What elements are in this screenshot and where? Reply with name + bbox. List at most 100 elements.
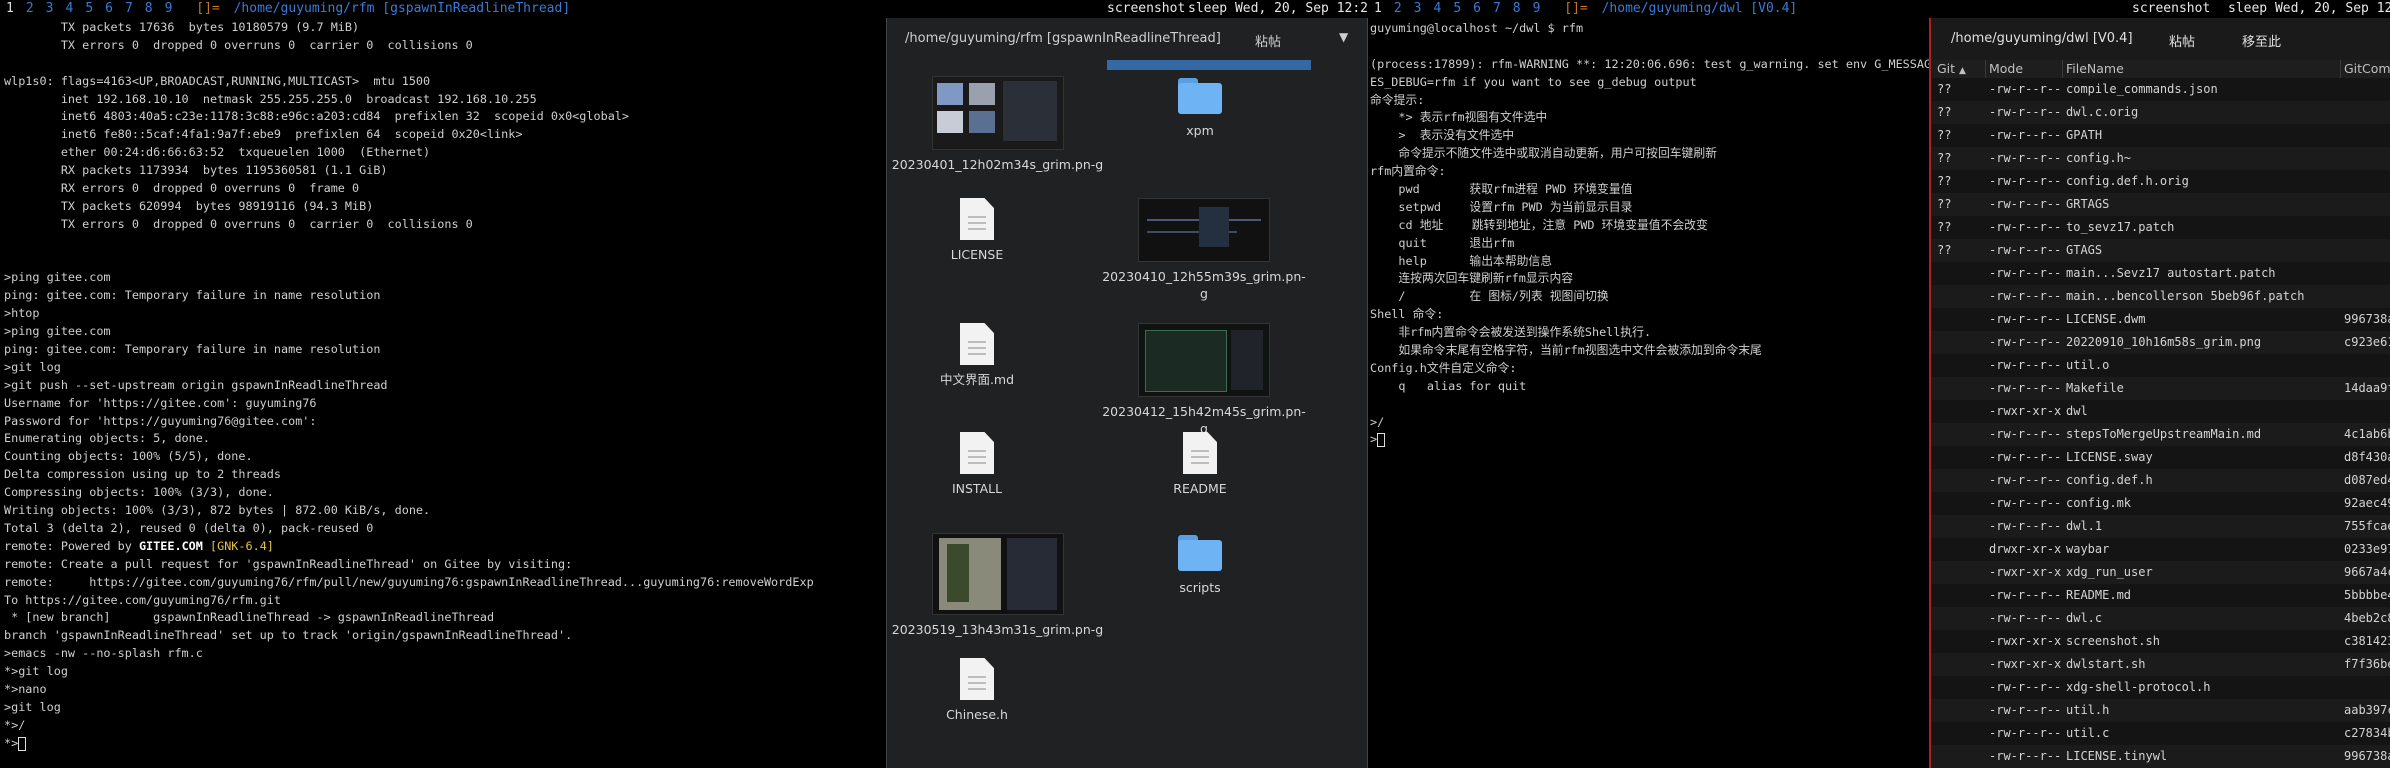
tag-1[interactable]: 1 xyxy=(0,0,20,18)
tag-7[interactable]: 7 xyxy=(1487,0,1507,18)
cell-commit: 996738a xyxy=(2344,312,2390,326)
file-row[interactable]: -rwxr-xr-x dwlstart.sh f7f36be xyxy=(1931,653,2390,676)
tag-8[interactable]: 8 xyxy=(139,0,159,18)
cell-mode: -rw-r--r-- xyxy=(1989,335,2062,349)
file-row[interactable]: -rw-r--r-- 20220910_10h16m58s_grim.png c92… xyxy=(1931,331,2390,354)
cell-mode: -rw-r--r-- xyxy=(1989,680,2062,694)
cell-mode: -rw-r--r-- xyxy=(1989,358,2062,372)
terminal-right[interactable]: guyuming@localhost ~/dwl $ rfm (process:1… xyxy=(1367,18,1929,768)
tag-9[interactable]: 9 xyxy=(159,0,179,18)
terminal-line: ping: gitee.com: Temporary failure in na… xyxy=(4,342,381,357)
fm-item-image[interactable]: 20230519_13h43m31s_grim.pn-g xyxy=(887,533,1108,638)
fm-item-file[interactable]: README xyxy=(1110,432,1290,497)
file-row[interactable]: -rw-r--r-- util.c c27834b xyxy=(1931,722,2390,745)
tag-6[interactable]: 6 xyxy=(1467,0,1487,18)
fm-item-file[interactable]: INSTALL xyxy=(887,432,1067,497)
tag-6[interactable]: 6 xyxy=(99,0,119,18)
file-row[interactable]: -rw-r--r-- dwl.1 755fcae xyxy=(1931,515,2390,538)
file-row[interactable]: ?? -rw-r--r-- GTAGS xyxy=(1931,239,2390,262)
sort-asc-icon: ▲ xyxy=(1959,66,1966,76)
file-row[interactable]: -rw-r--r-- LICENSE.dwm 996738a xyxy=(1931,308,2390,331)
fm-item-file[interactable]: Chinese.h xyxy=(887,658,1067,723)
col-gitcommit[interactable]: GitComm xyxy=(2344,61,2390,76)
tag-3[interactable]: 3 xyxy=(1408,0,1428,18)
cell-commit: 5bbbbe4 xyxy=(2344,588,2390,602)
file-row[interactable]: ?? -rw-r--r-- config.h~ xyxy=(1931,147,2390,170)
file-row[interactable]: -rwxr-xr-x dwl xyxy=(1931,400,2390,423)
file-row[interactable]: ?? -rw-r--r-- config.def.h.orig xyxy=(1931,170,2390,193)
file-row[interactable]: -rw-r--r-- util.o xyxy=(1931,354,2390,377)
file-row[interactable]: -rw-r--r-- config.def.h d087ed4 xyxy=(1931,469,2390,492)
file-row[interactable]: ?? -rw-r--r-- to_sevz17.patch xyxy=(1931,216,2390,239)
cell-mode: -rw-r--r-- xyxy=(1989,588,2062,602)
file-manager-grid[interactable]: /home/guyuming/rfm [gspawnInReadlineThre… xyxy=(886,18,1367,768)
tag-2[interactable]: 2 xyxy=(20,0,40,18)
terminal-line: 如果命令末尾有空格字符，当前rfm视图选中文件会被添加到命令末尾 xyxy=(1370,343,1762,358)
menu-arrow-icon[interactable]: ▼ xyxy=(1339,30,1348,44)
file-row[interactable]: ?? -rw-r--r-- compile_commands.json xyxy=(1931,78,2390,101)
file-row[interactable]: ?? -rw-r--r-- GPATH xyxy=(1931,124,2390,147)
file-row[interactable]: -rw-r--r-- xdg-shell-protocol.h xyxy=(1931,676,2390,699)
tag-7[interactable]: 7 xyxy=(119,0,139,18)
fm-item-image[interactable]: 20230410_12h55m39s_grim.pn-g xyxy=(1102,198,1306,302)
fm-item-image[interactable]: 20230412_15h42m45s_grim.pn-g xyxy=(1102,323,1306,437)
file-row[interactable]: -rw-r--r-- util.h aab397c xyxy=(1931,699,2390,722)
layout-indicator[interactable]: []= xyxy=(196,1,219,16)
cell-name: xdg_run_user xyxy=(2066,565,2153,579)
cell-mode: -rw-r--r-- xyxy=(1989,220,2062,234)
col-filename[interactable]: FileName xyxy=(2066,61,2124,76)
layout-indicator[interactable]: []= xyxy=(1564,1,1587,16)
col-git[interactable]: Git ▲ xyxy=(1937,61,1966,76)
fm-item-label: 20230410_12h55m39s_grim.pn-g xyxy=(1102,269,1306,301)
file-manager-list[interactable]: /home/guyuming/dwl [V0.4] 粘帖 移至此 Git ▲ M… xyxy=(1929,18,2390,768)
paste-button[interactable]: 粘帖 xyxy=(1255,31,1281,50)
paste-button[interactable]: 粘帖 xyxy=(2169,31,2195,50)
tag-9[interactable]: 9 xyxy=(1527,0,1547,18)
fm-item-folder[interactable]: xpm xyxy=(1110,76,1290,139)
file-row[interactable]: ?? -rw-r--r-- dwl.c.orig xyxy=(1931,101,2390,124)
col-mode[interactable]: Mode xyxy=(1989,61,2023,76)
tag-3[interactable]: 3 xyxy=(40,0,60,18)
column-header: Git ▲ Mode FileName GitComm xyxy=(1931,60,2390,78)
file-row[interactable]: drwxr-xr-x waybar 0233e97 xyxy=(1931,538,2390,561)
file-row[interactable]: -rw-r--r-- stepsToMergeUpstreamMain.md 4c1… xyxy=(1931,423,2390,446)
file-row[interactable]: -rwxr-xr-x screenshot.sh c381423 xyxy=(1931,630,2390,653)
move-here-button[interactable]: 移至此 xyxy=(2242,31,2281,50)
file-row[interactable]: -rwxr-xr-x xdg_run_user 9667a4c xyxy=(1931,561,2390,584)
terminal-left[interactable]: TX packets 17636 bytes 10180579 (9.7 MiB… xyxy=(0,18,886,768)
status-date-left: sleep Wed, 20, Sep 12:20 xyxy=(1188,0,1368,18)
file-row[interactable]: -rw-r--r-- Makefile 14daa9f xyxy=(1931,377,2390,400)
terminal-line: >git log xyxy=(4,699,61,714)
cell-name: stepsToMergeUpstreamMain.md xyxy=(2066,427,2262,441)
file-row[interactable]: -rw-r--r-- README.md 5bbbbe4 xyxy=(1931,584,2390,607)
fm-item-image[interactable]: 20230401_12h02m34s_grim.pn-g xyxy=(887,76,1108,173)
tag-1[interactable]: 1 xyxy=(1368,0,1388,18)
fm-item-file[interactable]: LICENSE xyxy=(887,198,1067,263)
tag-4[interactable]: 4 xyxy=(59,0,79,18)
fm-item-folder[interactable]: scripts xyxy=(1110,533,1290,596)
file-row[interactable]: -rw-r--r-- dwl.c 4beb2c8 xyxy=(1931,607,2390,630)
tag-5[interactable]: 5 xyxy=(1447,0,1467,18)
tag-2[interactable]: 2 xyxy=(1388,0,1408,18)
tag-8[interactable]: 8 xyxy=(1507,0,1527,18)
file-row[interactable]: -rw-r--r-- main...bencollerson 5beb96f.pa… xyxy=(1931,285,2390,308)
file-row[interactable]: ?? -rw-r--r-- GRTAGS xyxy=(1931,193,2390,216)
image-thumbnail-icon xyxy=(1138,198,1270,262)
tag-4[interactable]: 4 xyxy=(1427,0,1447,18)
cell-name: main...bencollerson 5beb96f.patch xyxy=(2066,289,2305,303)
tag-5[interactable]: 5 xyxy=(79,0,99,18)
file-row[interactable]: -rw-r--r-- main...Sevz17 autostart.patch xyxy=(1931,262,2390,285)
cell-git: ?? xyxy=(1937,82,1952,96)
fm-item-file[interactable]: 中文界面.md xyxy=(887,323,1067,388)
file-row[interactable]: -rw-r--r-- config.mk 92aec49 xyxy=(1931,492,2390,515)
terminal-line: rfm内置命令: xyxy=(1370,164,1446,179)
cell-commit: 14daa9f xyxy=(2344,381,2390,395)
file-row[interactable]: -rw-r--r-- LICENSE.tinywl 996738a xyxy=(1931,745,2390,768)
terminal-line: *> 表示rfm视图有文件选中 xyxy=(1370,110,1548,125)
cell-name: LICENSE.dwm xyxy=(2066,312,2146,326)
fm-item-label: LICENSE xyxy=(950,247,1004,262)
file-row[interactable]: -rw-r--r-- LICENSE.sway d8f430a xyxy=(1931,446,2390,469)
cell-mode: -rw-r--r-- xyxy=(1989,128,2062,142)
fm-header: /home/guyuming/rfm [gspawnInReadlineThre… xyxy=(887,18,1367,60)
terminal-line: >ping gitee.com xyxy=(4,270,111,285)
